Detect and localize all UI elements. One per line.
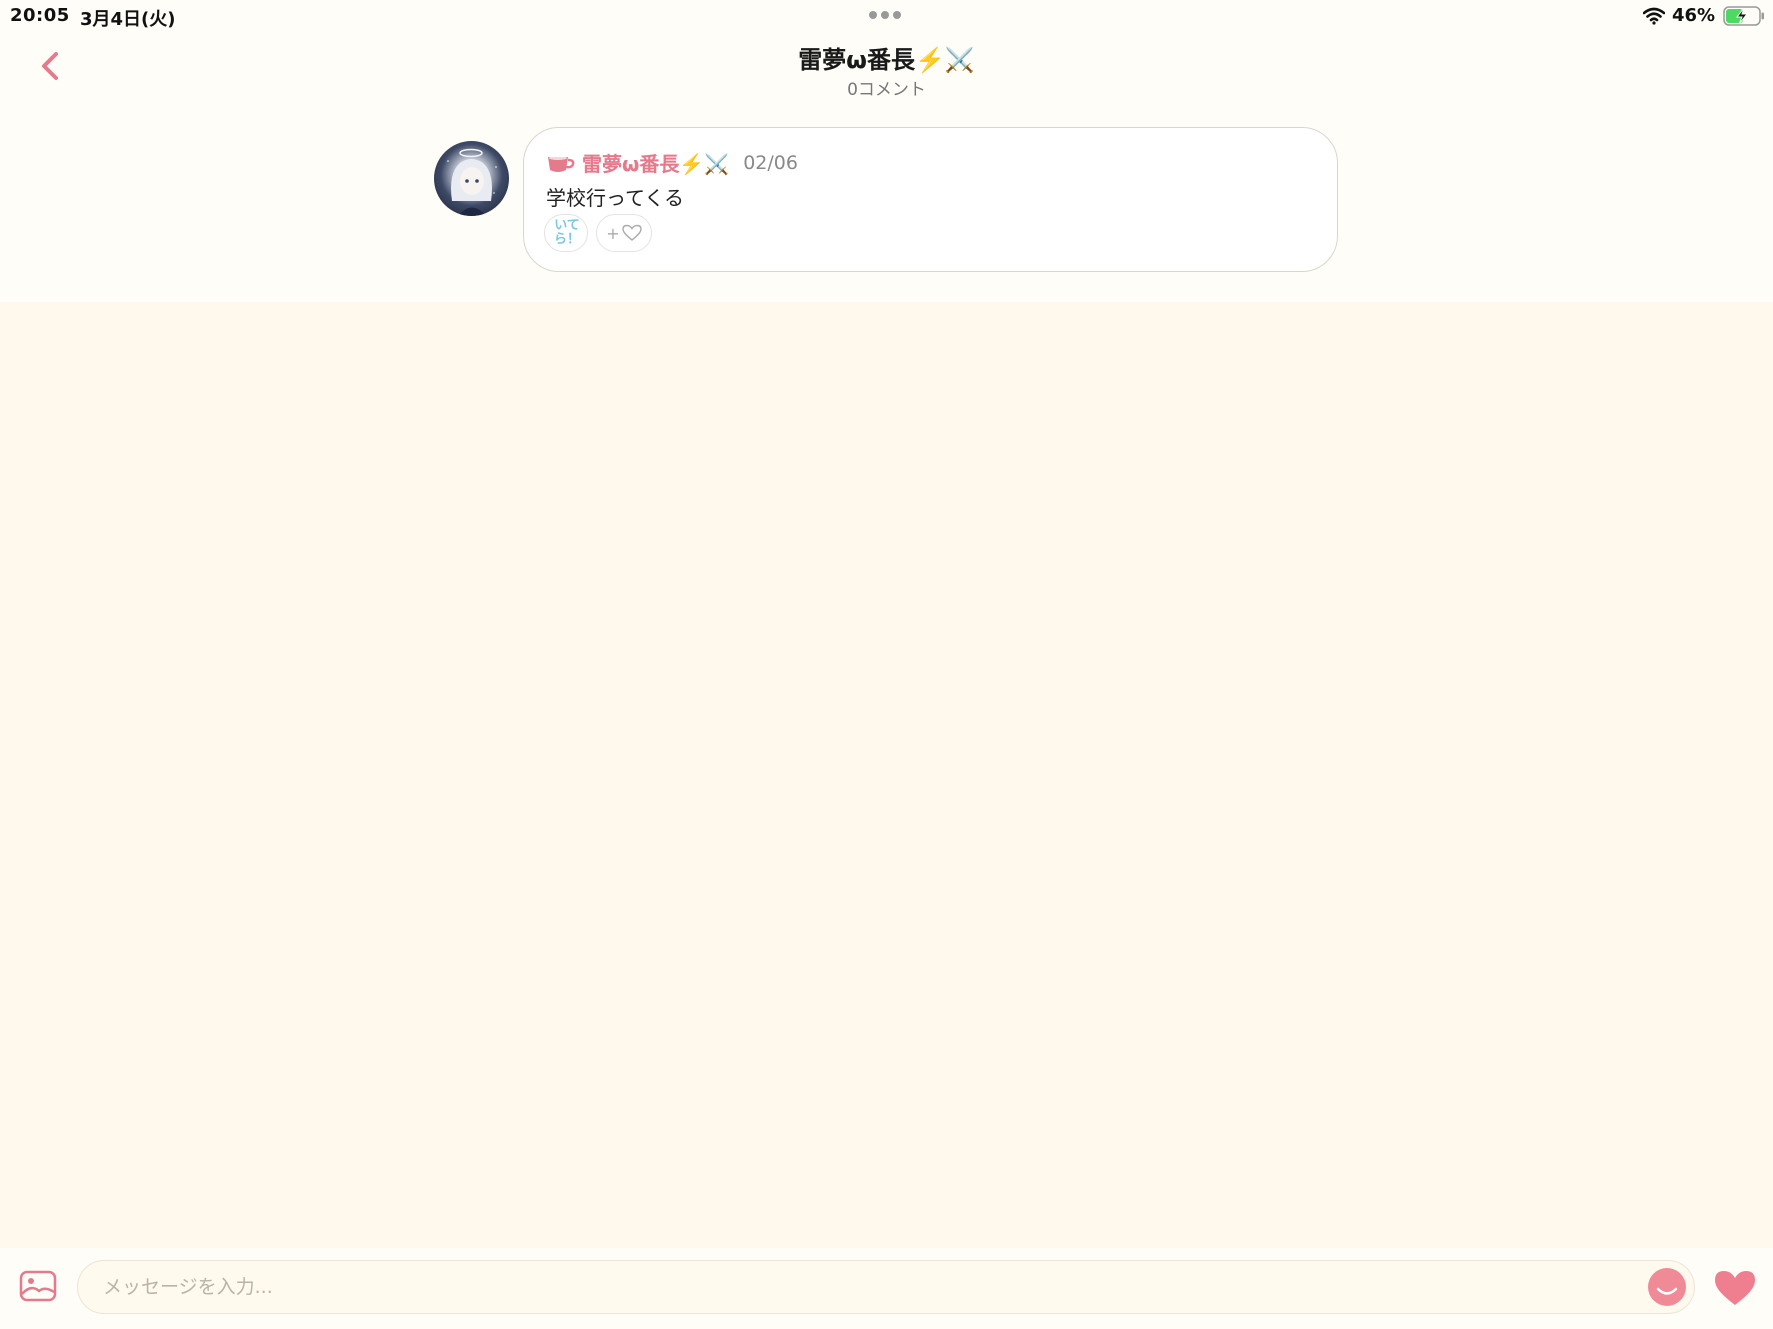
avatar-image — [447, 148, 497, 216]
author-name[interactable]: 雷夢ω番長⚡️⚔️ — [582, 148, 729, 177]
reaction-row: いてら！ + — [544, 214, 652, 252]
navigation-header: 雷夢ω番長⚡️⚔️ 0コメント — [0, 30, 1773, 100]
post-header: 雷夢ω番長⚡️⚔️ 02/06 — [546, 148, 798, 177]
comment-count: 0コメント — [847, 80, 926, 100]
heart-outline-icon — [622, 224, 642, 241]
heart-icon[interactable] — [1713, 1269, 1757, 1307]
stamp-reaction[interactable]: いてら！ — [544, 214, 588, 252]
avatar[interactable] — [434, 141, 509, 216]
page-title: 雷夢ω番長⚡️⚔️ — [798, 46, 975, 74]
battery-charging-icon — [1723, 6, 1764, 26]
post-date: 02/06 — [743, 151, 798, 174]
image-picker-icon[interactable] — [19, 1270, 57, 1302]
add-reaction-button[interactable]: + — [596, 214, 652, 252]
smiley-icon[interactable] — [1648, 1268, 1686, 1306]
post-card[interactable]: 雷夢ω番長⚡️⚔️ 02/06 学校行ってくる いてら！ + — [523, 127, 1338, 272]
wifi-icon — [1643, 7, 1665, 25]
status-date: 3月4日(火) — [80, 9, 176, 30]
multitasking-dots-icon[interactable] — [869, 11, 901, 19]
cup-icon — [548, 155, 575, 172]
battery-percent: 46% — [1672, 5, 1716, 26]
thread-area: 雷夢ω番長⚡️⚔️ 02/06 学校行ってくる いてら！ + — [0, 100, 1773, 302]
stamp-label: いてら！ — [553, 218, 580, 247]
post-body: 学校行ってくる — [546, 186, 684, 210]
add-reaction-label: + — [606, 223, 620, 243]
status-bar: 20:05 3月4日(火) 46% — [0, 0, 1773, 30]
message-input-bar — [0, 1248, 1773, 1329]
status-time: 20:05 — [10, 5, 70, 26]
message-input[interactable] — [77, 1260, 1695, 1314]
